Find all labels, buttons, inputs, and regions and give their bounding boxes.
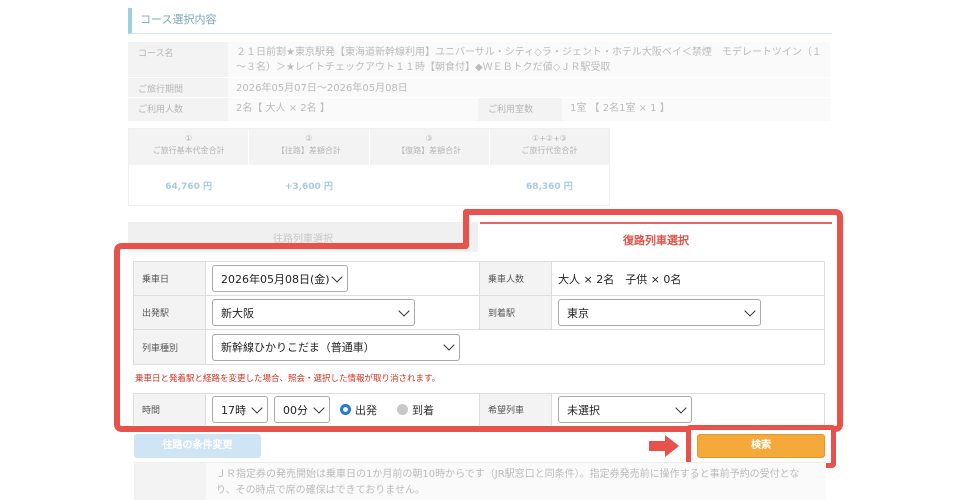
- price-num: ②: [305, 134, 313, 143]
- minute-select[interactable]: 00分: [274, 396, 330, 423]
- chevron-down-icon: [443, 339, 455, 351]
- train-label: 希望列車: [480, 394, 552, 425]
- outbound-conditions-button[interactable]: 往路の条件変更: [134, 434, 261, 458]
- chevron-down-icon: [313, 401, 325, 414]
- date-select[interactable]: 2026年05月08日(金): [212, 265, 348, 292]
- from-label: 出発駅: [134, 296, 206, 329]
- price-col-outbound: ② 【往路】差額合計 +3,600 円: [249, 129, 370, 205]
- chevron-down-icon: [251, 401, 263, 414]
- chevron-down-icon: [331, 270, 343, 283]
- arrow-right-icon: [649, 435, 679, 457]
- time-row-form: 時間 17時 00分 出発 到着 希望列車 未選択: [133, 393, 825, 425]
- price-value: 64,760 円: [129, 165, 249, 205]
- price-label: ご旅行代金合計: [521, 146, 578, 155]
- radio-arrive-label: 到着: [412, 403, 434, 417]
- price-value: [369, 165, 489, 205]
- train-select-value: 未選択: [567, 403, 600, 417]
- course-info-table: コース名 ２１日前割★東京駅発【東海道新幹線利用】ユニバーサル・シティ◇ラ・ジェ…: [128, 42, 830, 122]
- price-col-base: ① ご旅行基本代金合計 64,760 円: [129, 129, 250, 205]
- price-label: 【往路】差額合計: [276, 146, 341, 155]
- radio-depart-label: 出発: [355, 403, 377, 417]
- train-type-label: 列車種別: [134, 330, 206, 364]
- tab-return[interactable]: 復路列車選択: [480, 222, 832, 256]
- from-station-select[interactable]: 新大阪: [212, 299, 415, 326]
- chevron-down-icon: [675, 401, 687, 414]
- radio-selected-icon: [340, 404, 351, 415]
- price-num: ①: [185, 134, 193, 143]
- tab-outbound[interactable]: 往路列車選択: [128, 222, 478, 252]
- price-summary: ① ご旅行基本代金合計 64,760 円 ② 【往路】差額合計 +3,600 円 ③…: [128, 128, 610, 206]
- pax-label: 乗車人数: [480, 262, 552, 295]
- people-value: 2名【 大人 × 2名 】: [228, 98, 478, 121]
- price-value: +3,600 円: [249, 165, 369, 205]
- rooms-label: ご利用室数: [478, 98, 562, 121]
- pax-value: 大人 × 2名 子供 × 0名: [558, 272, 682, 286]
- from-station-value: 新大阪: [221, 306, 254, 320]
- price-label: 【復路】差額合計: [397, 146, 462, 155]
- search-button[interactable]: 検索: [697, 434, 825, 458]
- change-warning: 乗車日と発着駅と経路を変更した場合、照会・選択した情報が取り消されます。: [135, 374, 441, 384]
- date-label: 乗車日: [134, 262, 206, 295]
- rooms-value: 1室 【 2名1室 × 1 】: [562, 98, 830, 121]
- people-label: ご利用人数: [128, 98, 228, 121]
- train-search-form: 乗車日 2026年05月08日(金) 乗車人数 大人 × 2名 子供 × 0名 …: [133, 261, 825, 365]
- price-num: ①+②+③: [531, 134, 567, 143]
- hour-select[interactable]: 17時: [212, 396, 268, 423]
- chevron-down-icon: [398, 304, 410, 317]
- date-select-value: 2026年05月08日(金): [221, 272, 330, 286]
- price-label: ご旅行基本代金合計: [152, 146, 225, 155]
- price-num: ③: [425, 134, 433, 143]
- train-select[interactable]: 未選択: [558, 396, 692, 423]
- note-label-cell: [134, 463, 206, 500]
- course-name-value: ２１日前割★東京駅発【東海道新幹線利用】ユニバーサル・シティ◇ラ・ジェント・ホテ…: [228, 42, 830, 77]
- price-col-total: ①+②+③ ご旅行代金合計 68,360 円: [489, 129, 609, 205]
- note-text: ＪＲ指定券の発売開始は乗車日の1か月前の朝10時からです（JR駅窓口と同条件）。…: [206, 463, 826, 500]
- radio-arrive[interactable]: 到着: [397, 402, 434, 418]
- radio-depart[interactable]: 出発: [340, 402, 377, 418]
- minute-value: 00分: [283, 403, 308, 417]
- chevron-down-icon: [744, 304, 756, 317]
- to-label: 到着駅: [480, 296, 552, 329]
- to-station-select[interactable]: 東京: [558, 299, 761, 326]
- period-value: 2026年05月07日～2026年05月08日: [228, 78, 830, 97]
- train-type-value: 新幹線ひかりこだま（普通車）: [221, 341, 375, 354]
- train-type-select[interactable]: 新幹線ひかりこだま（普通車）: [212, 333, 460, 361]
- hour-value: 17時: [221, 403, 246, 417]
- section-title: コース選択内容: [128, 8, 832, 34]
- period-label: ご旅行期間: [128, 78, 228, 97]
- course-name-label: コース名: [128, 42, 228, 77]
- price-col-return: ③ 【復路】差額合計: [369, 129, 490, 205]
- ticket-note: ＪＲ指定券の発売開始は乗車日の1か月前の朝10時からです（JR駅窓口と同条件）。…: [134, 462, 826, 500]
- price-value: 68,360 円: [489, 165, 609, 205]
- time-label: 時間: [134, 394, 206, 425]
- radio-unselected-icon: [397, 404, 408, 415]
- to-station-value: 東京: [567, 306, 589, 320]
